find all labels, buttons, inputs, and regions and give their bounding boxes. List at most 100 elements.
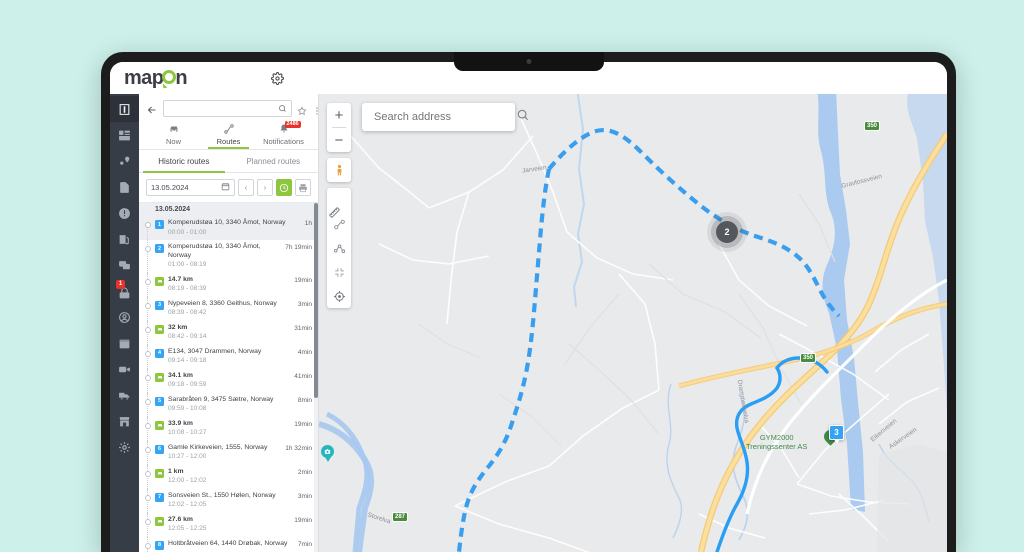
rail-item-fuel[interactable] bbox=[110, 226, 139, 252]
row-text: 33.9 km10:08 - 10:27 bbox=[168, 420, 291, 438]
fullscreen-collapse-icon[interactable] bbox=[327, 260, 351, 284]
tab-notifications[interactable]: 2486 Notifications bbox=[256, 122, 311, 149]
map-search-box[interactable] bbox=[362, 103, 515, 131]
table-row[interactable]: 2Komperudstøa 10, 3340 Åmot, Norway01:00… bbox=[139, 240, 318, 273]
tab-now[interactable]: Now bbox=[146, 122, 201, 149]
row-text: 14.7 km08:19 - 08:39 bbox=[168, 276, 291, 294]
rail-item-document[interactable] bbox=[110, 174, 139, 200]
panel-search-input[interactable] bbox=[168, 104, 278, 113]
star-icon[interactable] bbox=[297, 103, 307, 114]
rail-item-tasks[interactable]: 1 bbox=[110, 278, 139, 304]
back-arrow-icon[interactable] bbox=[146, 103, 158, 115]
next-day-button[interactable]: › bbox=[257, 179, 273, 196]
rail-item-dashboard[interactable] bbox=[110, 122, 139, 148]
table-row[interactable]: 14.7 km08:19 - 08:3919min bbox=[139, 273, 318, 297]
table-row[interactable]: 1Komperudstøa 10, 3340 Åmot, Norway00:00… bbox=[139, 216, 318, 240]
rail-item-alert[interactable] bbox=[110, 200, 139, 226]
locate-icon[interactable] bbox=[327, 284, 351, 308]
prev-day-button[interactable]: ‹ bbox=[238, 179, 254, 196]
map-canvas[interactable]: + − bbox=[319, 94, 947, 552]
row-text: 32 km08:42 - 09:14 bbox=[168, 324, 291, 342]
map-search-input[interactable] bbox=[374, 111, 516, 123]
row-time-range: 12:02 - 12:05 bbox=[168, 501, 295, 510]
rail-item-video[interactable] bbox=[110, 356, 139, 382]
row-title: Sonsveien St., 1550 Hølen, Norway bbox=[168, 492, 295, 501]
timeline-dot bbox=[145, 375, 151, 381]
rail-item-settings[interactable] bbox=[110, 434, 139, 460]
clock-toggle-button[interactable] bbox=[276, 179, 292, 196]
row-time-range: 00:00 - 01:00 bbox=[168, 229, 302, 238]
rail-item-truck[interactable] bbox=[110, 382, 139, 408]
table-row[interactable]: 5Sarabråten 9, 3475 Sætre, Norway09:59 -… bbox=[139, 393, 318, 417]
row-title: 34.1 km bbox=[168, 372, 291, 381]
subtab-planned-routes[interactable]: Planned routes bbox=[229, 150, 319, 172]
stop-badge: 7 bbox=[155, 493, 164, 502]
ruler-icon[interactable] bbox=[327, 188, 351, 212]
timeline-dot bbox=[145, 447, 151, 453]
map-marker-pin-3[interactable]: 3 bbox=[829, 425, 844, 440]
row-text: Komperudstøa 10, 3340 Åmot, Norway00:00 … bbox=[168, 219, 302, 237]
drive-badge-icon bbox=[155, 517, 164, 526]
rail-item-book[interactable] bbox=[110, 96, 139, 122]
rail-item-store[interactable] bbox=[110, 408, 139, 434]
table-row[interactable]: 7 Sonsveien St., 1550 Hølen, Norway12:02 … bbox=[139, 489, 318, 513]
map-poi-label: GYM2000Treningssenter AS bbox=[746, 433, 807, 451]
row-duration: 4min bbox=[298, 348, 312, 356]
zoom-out-button[interactable]: − bbox=[327, 128, 351, 152]
print-button[interactable] bbox=[295, 179, 311, 196]
table-row[interactable]: 34.1 km09:18 - 09:5941min bbox=[139, 369, 318, 393]
multi-point-icon[interactable] bbox=[327, 236, 351, 260]
row-time-range: 09:18 - 09:59 bbox=[168, 381, 291, 390]
logo-location-o-icon bbox=[162, 70, 176, 84]
row-time-range: 08:42 - 09:14 bbox=[168, 333, 291, 342]
table-row[interactable]: 4E134, 3047 Drammen, Norway09:14 - 09:18… bbox=[139, 345, 318, 369]
search-icon bbox=[278, 100, 287, 118]
road-shield: 287 bbox=[392, 512, 408, 522]
table-row[interactable]: 8Holtbråtveien 64, 1440 Drøbak, Norway7m… bbox=[139, 537, 318, 552]
row-duration: 7min bbox=[298, 540, 312, 548]
street-view-control bbox=[327, 158, 351, 182]
list-scrollbar[interactable] bbox=[314, 203, 318, 552]
zoom-in-button[interactable]: + bbox=[327, 103, 351, 127]
routes-list[interactable]: 13.05.2024 1Komperudstøa 10, 3340 Åmot, … bbox=[139, 202, 318, 552]
timeline-dot bbox=[145, 222, 151, 228]
app-logo[interactable]: map n bbox=[124, 67, 187, 90]
rail-item-user[interactable] bbox=[110, 304, 139, 330]
table-row[interactable]: 27.6 km12:05 - 12:2519min bbox=[139, 513, 318, 537]
row-title: Komperudstøa 10, 3340 Åmot, Norway bbox=[168, 243, 282, 260]
rail-item-calendar[interactable] bbox=[110, 330, 139, 356]
row-time-range: 12:00 - 12:02 bbox=[168, 477, 295, 486]
tab-routes[interactable]: Routes bbox=[201, 122, 256, 149]
panel-search-box[interactable] bbox=[163, 100, 292, 117]
date-field[interactable]: 13.05.2024 bbox=[146, 179, 235, 196]
table-row[interactable]: 6Gamle Kirkeveien, 1555, Norway10:27 - 1… bbox=[139, 441, 318, 465]
table-row[interactable]: 33.9 km10:08 - 10:2719min bbox=[139, 417, 318, 441]
search-icon[interactable] bbox=[516, 108, 530, 127]
pegman-icon[interactable] bbox=[327, 158, 351, 182]
timeline-dot bbox=[145, 399, 151, 405]
timeline-dot bbox=[145, 351, 151, 357]
stop-badge: 4 bbox=[155, 349, 164, 358]
drive-badge-icon bbox=[155, 325, 164, 334]
rail-item-map-pins[interactable] bbox=[110, 148, 139, 174]
rail-item-chat[interactable] bbox=[110, 252, 139, 278]
row-title: 1 km bbox=[168, 468, 295, 477]
tab-routes-label: Routes bbox=[201, 137, 256, 146]
subtab-historic-routes[interactable]: Historic routes bbox=[139, 150, 229, 172]
tab-notifications-label: Notifications bbox=[256, 137, 311, 146]
map-marker-stop-2[interactable]: 2 bbox=[716, 221, 738, 243]
drive-badge-icon bbox=[155, 373, 164, 382]
camera-poi-icon[interactable] bbox=[321, 445, 334, 458]
gear-icon[interactable] bbox=[271, 72, 284, 85]
table-row[interactable]: 1 km12:00 - 12:022min bbox=[139, 465, 318, 489]
stop-badge: 2 bbox=[155, 244, 164, 253]
table-row[interactable]: 3Nypeveien 8, 3360 Geithus, Norway08:39 … bbox=[139, 297, 318, 321]
row-title: 14.7 km bbox=[168, 276, 291, 285]
list-scrollbar-thumb[interactable] bbox=[314, 203, 318, 398]
table-row[interactable]: 32 km08:42 - 09:1431min bbox=[139, 321, 318, 345]
row-duration: 3min bbox=[298, 300, 312, 308]
panel-subtabs: Historic routes Planned routes bbox=[139, 150, 318, 173]
drive-badge-icon bbox=[155, 469, 164, 478]
row-time-range: 08:39 - 08:42 bbox=[168, 309, 295, 318]
row-duration: 19min bbox=[294, 276, 312, 284]
